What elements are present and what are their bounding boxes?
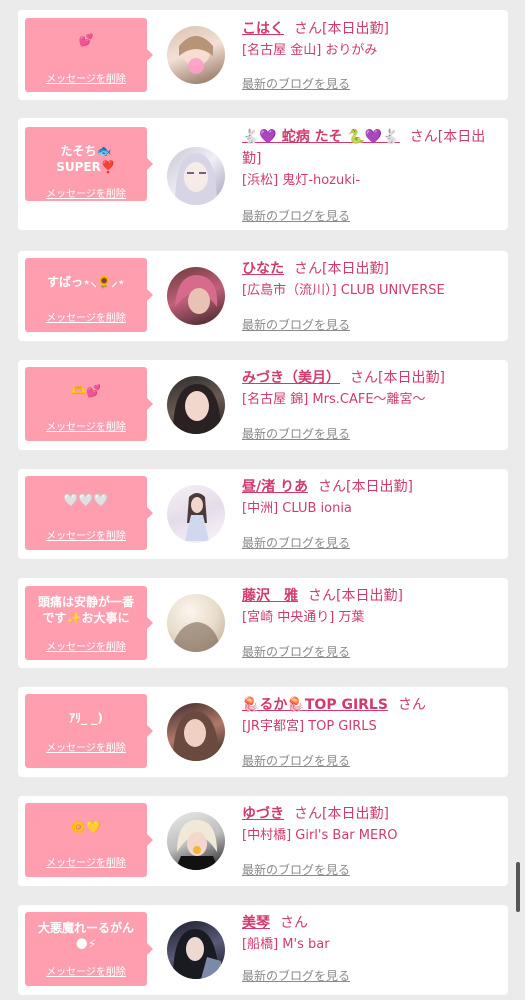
avatar[interactable]: [167, 376, 225, 434]
message-text: 🌼💛: [71, 820, 101, 834]
shop-text: [宮崎 中央通り] 万葉: [242, 610, 365, 625]
shop-text: [名古屋 金山] おりがみ: [242, 43, 378, 58]
list-item: 🤍🤍🤍 メッセージを削除 昼/渚 りあ さん[本日出勤] [中洲] CLUB io…: [18, 469, 508, 559]
list-item: 🌼💛 メッセージを削除 ゆづき さん[本日出勤] [中村橋] Girl's Bar…: [18, 796, 508, 886]
status-text: さん[本日出勤]: [294, 21, 389, 37]
profile-name-link[interactable]: 美琴: [242, 915, 270, 931]
latest-blog-link[interactable]: 最新のブログを見る: [242, 752, 350, 769]
message-bubble: 頭痛は安静が一番 です✨お大事に メッセージを削除: [25, 586, 153, 660]
avatar[interactable]: [167, 147, 225, 205]
delete-message-link[interactable]: メッセージを削除: [25, 70, 147, 85]
latest-blog-link[interactable]: 最新のブログを見る: [242, 643, 350, 660]
message-bubble: 🤍🤍🤍 メッセージを削除: [25, 476, 153, 550]
avatar[interactable]: [167, 26, 225, 84]
avatar[interactable]: [167, 594, 225, 652]
avatar[interactable]: [167, 812, 225, 870]
delete-message-link[interactable]: メッセージを削除: [25, 185, 147, 200]
message-text: 🤍🤍🤍: [63, 493, 109, 507]
delete-message-link[interactable]: メッセージを削除: [25, 854, 147, 869]
status-text: さん: [397, 697, 426, 713]
shop-text: [船橋] M's bar: [242, 937, 330, 952]
delete-message-link[interactable]: メッセージを削除: [25, 739, 147, 754]
message-bubble: すばっ⋆⸜🌻⸝⋆ メッセージを削除: [25, 258, 153, 332]
message-bubble: 🫶💕 メッセージを削除: [25, 367, 153, 441]
message-bubble: 🌼💛 メッセージを削除: [25, 803, 153, 877]
list-item: ｱﾘ_ _) メッセージを削除 🪼るか🪼TOP GIRLS さん [JR宇都宮] …: [18, 687, 508, 777]
delete-message-link[interactable]: メッセージを削除: [25, 638, 147, 653]
message-text: 頭痛は安静が一番 です✨お大事に: [37, 595, 134, 625]
avatar-image: [173, 711, 219, 761]
message-text: すばっ⋆⸜🌻⸝⋆: [47, 275, 125, 289]
status-text: さん[本日出勤]: [318, 479, 413, 495]
delete-message-link[interactable]: メッセージを削除: [25, 418, 147, 433]
status-text: さん[本日出勤]: [350, 370, 445, 386]
avatar[interactable]: [167, 703, 225, 761]
latest-blog-link[interactable]: 最新のブログを見る: [242, 316, 350, 333]
message-text: 大悪魔れーるがん 🌑⚡: [37, 921, 134, 951]
delete-message-link[interactable]: メッセージを削除: [25, 963, 147, 978]
delete-message-link[interactable]: メッセージを削除: [25, 527, 147, 542]
avatar-image: [175, 275, 218, 314]
profile-name-link[interactable]: 藤沢 雅: [242, 588, 298, 604]
scrollbar[interactable]: [516, 862, 520, 912]
list-item: 💕 メッセージを削除 こはく さん[本日出勤] [名古屋 金山] おりがみ 最新の…: [18, 10, 508, 100]
shop-text: [JR宇都宮] TOP GIRLS: [242, 719, 377, 734]
avatar-image: [179, 36, 213, 74]
status-text: さん[本日出勤]: [294, 261, 389, 277]
avatar-image: [175, 820, 219, 870]
shop-text: [名古屋 錦] Mrs.CAFE〜離宮〜: [242, 392, 426, 407]
avatar[interactable]: [167, 485, 225, 543]
profile-name-link[interactable]: 🐇💜 蛇病 たそ 🐍💜🐇: [242, 129, 400, 145]
list-item: 🫶💕 メッセージを削除 みづき（美月） さん[本日出勤] [名古屋 錦] Mrs.…: [18, 360, 508, 450]
shop-text: [中洲] CLUB ionia: [242, 501, 352, 516]
message-bubble: ｱﾘ_ _) メッセージを削除: [25, 694, 153, 768]
delete-message-link[interactable]: メッセージを削除: [25, 309, 147, 324]
latest-blog-link[interactable]: 最新のブログを見る: [242, 861, 350, 878]
profile-name-link[interactable]: みづき（美月）: [242, 370, 340, 386]
message-bubble: 大悪魔れーるがん 🌑⚡ メッセージを削除: [25, 912, 153, 986]
avatar[interactable]: [167, 267, 225, 325]
message-text: ｱﾘ_ _): [69, 711, 103, 725]
avatar-image: [171, 622, 221, 652]
message-text: 🫶💕: [71, 384, 101, 398]
shop-text: [浜松] 鬼灯-hozuki-: [242, 173, 361, 188]
avatar-image: [173, 929, 221, 979]
profile-name-link[interactable]: こはく: [242, 21, 284, 37]
profile-name-link[interactable]: ひなた: [242, 261, 284, 277]
message-bubble: たそち🐟 SUPER❣️ メッセージを削除: [25, 127, 153, 201]
avatar-image: [185, 493, 209, 541]
profile-name-link[interactable]: 🪼るか🪼TOP GIRLS: [242, 697, 388, 713]
message-text: 💕: [78, 33, 94, 47]
profile-name-link[interactable]: ゆづき: [242, 806, 284, 822]
message-text: たそち🐟 SUPER❣️: [56, 144, 116, 174]
list-item: 頭痛は安静が一番 です✨お大事に メッセージを削除 藤沢 雅さん[本日出勤] […: [18, 578, 508, 668]
status-text: さん: [280, 915, 308, 931]
status-text: さん[本日出勤]: [308, 588, 403, 604]
profile-name-link[interactable]: 昼/渚 りあ: [242, 479, 308, 495]
latest-blog-link[interactable]: 最新のブログを見る: [242, 534, 350, 551]
message-bubble: 💕 メッセージを削除: [25, 18, 153, 92]
list-item: 大悪魔れーるがん 🌑⚡ メッセージを削除 美琴 さん [船橋] M's bar 最…: [18, 905, 508, 995]
latest-blog-link[interactable]: 最新のブログを見る: [242, 207, 350, 224]
shop-text: [広島市（流川）] CLUB UNIVERSE: [242, 283, 445, 298]
shop-text: [中村橋] Girl's Bar MERO: [242, 828, 398, 843]
list-item: すばっ⋆⸜🌻⸝⋆ メッセージを削除 ひなた さん[本日出勤] [広島市（流川）] …: [18, 251, 508, 341]
avatar[interactable]: [167, 921, 225, 979]
latest-blog-link[interactable]: 最新のブログを見る: [242, 425, 350, 442]
list-item: たそち🐟 SUPER❣️ メッセージを削除 🐇💜 蛇病 たそ 🐍💜🐇 さん[本日出…: [18, 118, 508, 230]
latest-blog-link[interactable]: 最新のブログを見る: [242, 967, 350, 984]
status-text: さん[本日出勤]: [294, 806, 389, 822]
avatar-image: [175, 153, 217, 205]
avatar-image: [173, 384, 221, 434]
latest-blog-link[interactable]: 最新のブログを見る: [242, 75, 350, 92]
